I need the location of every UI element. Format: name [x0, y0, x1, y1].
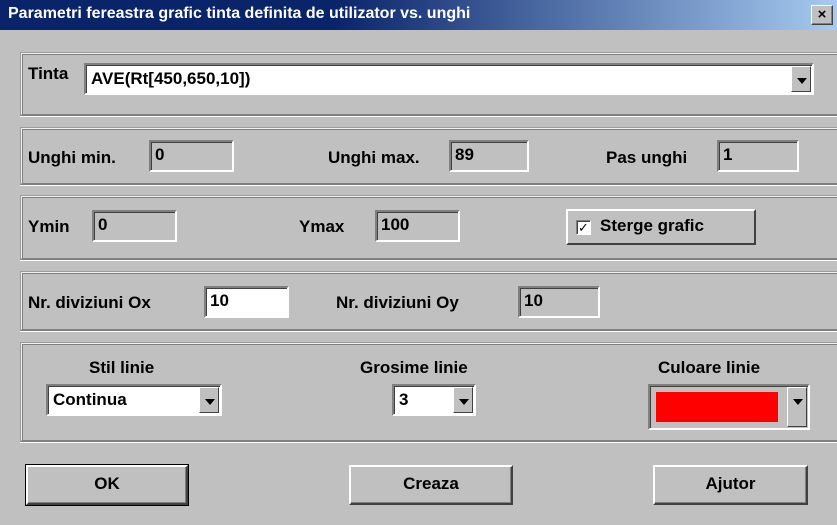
line-color-select[interactable]	[648, 384, 810, 430]
angle-step-input[interactable]: 1	[717, 140, 799, 172]
close-icon: ×	[817, 6, 827, 23]
clear-graph-checkbox[interactable]: ✓	[576, 220, 591, 235]
tinta-group: Tinta AVE(Rt[450,650,10])	[20, 52, 837, 116]
line-width-dropdown-button[interactable]	[453, 387, 473, 413]
help-button[interactable]: Ajutor	[653, 465, 808, 505]
line-width-value: 3	[399, 390, 409, 409]
ymax-input[interactable]: 100	[375, 210, 460, 242]
line-width-select[interactable]: 3	[392, 384, 476, 416]
divisions-ox-label: Nr. diviziuni Ox	[28, 293, 151, 312]
ok-button[interactable]: OK	[25, 464, 189, 506]
line-style-group: Stil linie Continua Grosime linie 3 Culo…	[20, 342, 837, 442]
clear-graph-label: Sterge grafic	[600, 216, 704, 235]
line-color-dropdown-button[interactable]	[787, 387, 807, 427]
divisions-oy-input[interactable]: 10	[518, 286, 600, 318]
line-style-select[interactable]: Continua	[46, 384, 222, 416]
tinta-value: AVE(Rt[450,650,10])	[91, 69, 251, 88]
ymin-label: Ymin	[28, 217, 70, 236]
line-style-dropdown-button[interactable]	[199, 387, 219, 413]
clear-graph-toggle[interactable]: ✓ Sterge grafic	[566, 209, 756, 245]
angle-max-label: Unghi max.	[328, 148, 420, 167]
line-color-label: Culoare linie	[658, 358, 761, 377]
title-bar[interactable]: Parametri fereastra grafic tinta definit…	[0, 0, 837, 30]
angle-min-label: Unghi min.	[28, 148, 116, 167]
divisions-group: Nr. diviziuni Ox 10 Nr. diviziuni Oy 10	[20, 271, 837, 331]
close-button[interactable]: ×	[811, 5, 833, 25]
angle-step-label: Pas unghi	[606, 148, 688, 167]
line-style-value: Continua	[53, 390, 127, 409]
angle-min-input[interactable]: 0	[149, 140, 234, 172]
y-range-group: Ymin 0 Ymax 100 ✓ Sterge grafic	[20, 195, 837, 260]
divisions-oy-label: Nr. diviziuni Oy	[336, 293, 459, 312]
tinta-select[interactable]: AVE(Rt[450,650,10])	[84, 63, 814, 95]
ymax-label: Ymax	[299, 217, 345, 236]
window-title: Parametri fereastra grafic tinta definit…	[8, 5, 471, 22]
line-width-label: Grosime linie	[360, 358, 468, 377]
check-icon: ✓	[578, 220, 589, 235]
tinta-label: Tinta	[28, 64, 69, 83]
tinta-dropdown-button[interactable]	[791, 66, 811, 92]
divisions-ox-input[interactable]: 10	[204, 286, 289, 318]
line-color-swatch	[656, 392, 778, 422]
ymin-input[interactable]: 0	[92, 210, 177, 242]
line-style-label: Stil linie	[89, 358, 155, 377]
angle-group: Unghi min. 0 Unghi max. 89 Pas unghi 1	[20, 127, 837, 185]
dialog-window: Parametri fereastra grafic tinta definit…	[0, 0, 837, 525]
create-button[interactable]: Creaza	[349, 465, 513, 505]
angle-max-input[interactable]: 89	[449, 140, 529, 172]
